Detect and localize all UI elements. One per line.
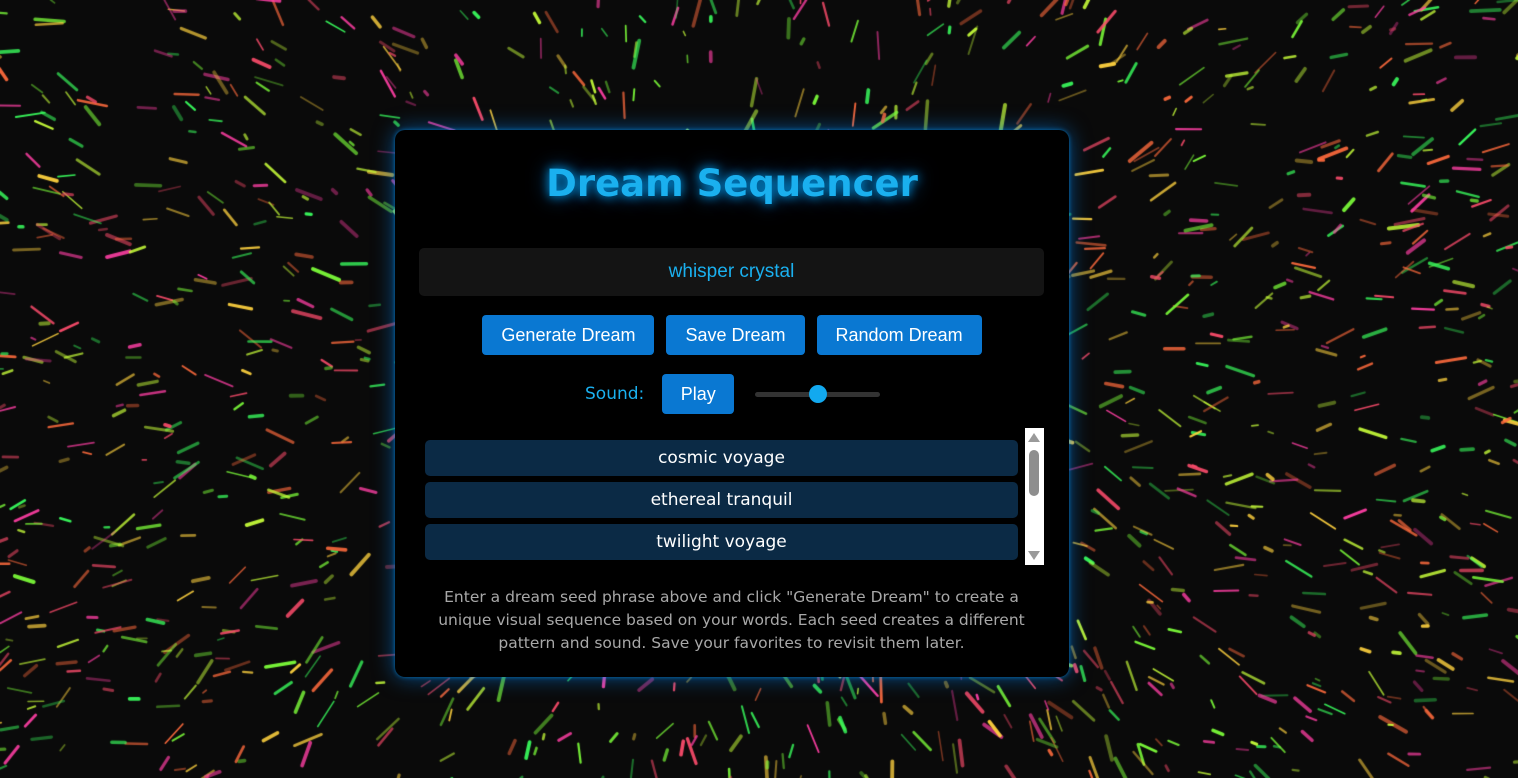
saved-dream-item[interactable]: cosmic voyage [425,440,1018,476]
saved-dream-item[interactable]: twilight voyage [425,524,1018,560]
saved-dreams-items: cosmic voyage ethereal tranquil twilight v… [425,440,1018,566]
volume-slider[interactable] [755,374,881,414]
random-dream-button[interactable]: Random Dream [816,315,982,355]
list-scrollbar[interactable] [1025,428,1044,565]
sound-label: Sound: [585,384,645,404]
scroll-up-arrow-icon[interactable] [1028,433,1040,442]
save-dream-button[interactable]: Save Dream [666,315,805,355]
page-title: Dream Sequencer [546,162,918,205]
dream-seed-input[interactable] [419,248,1044,296]
play-button[interactable]: Play [662,374,735,414]
sound-controls: Sound: Play [585,374,881,414]
scroll-down-arrow-icon[interactable] [1028,551,1040,560]
action-buttons: Generate Dream Save Dream Random Dream [395,315,1069,355]
saved-dreams-list: cosmic voyage ethereal tranquil twilight v… [425,428,1045,565]
dream-panel: Dream Sequencer Generate Dream Save Drea… [395,130,1069,677]
generate-dream-button[interactable]: Generate Dream [482,315,655,355]
saved-dream-item[interactable]: ethereal tranquil [425,482,1018,518]
scrollbar-thumb[interactable] [1029,450,1039,496]
instructions-text: Enter a dream seed phrase above and clic… [438,588,1025,652]
volume-thumb[interactable] [808,385,827,403]
